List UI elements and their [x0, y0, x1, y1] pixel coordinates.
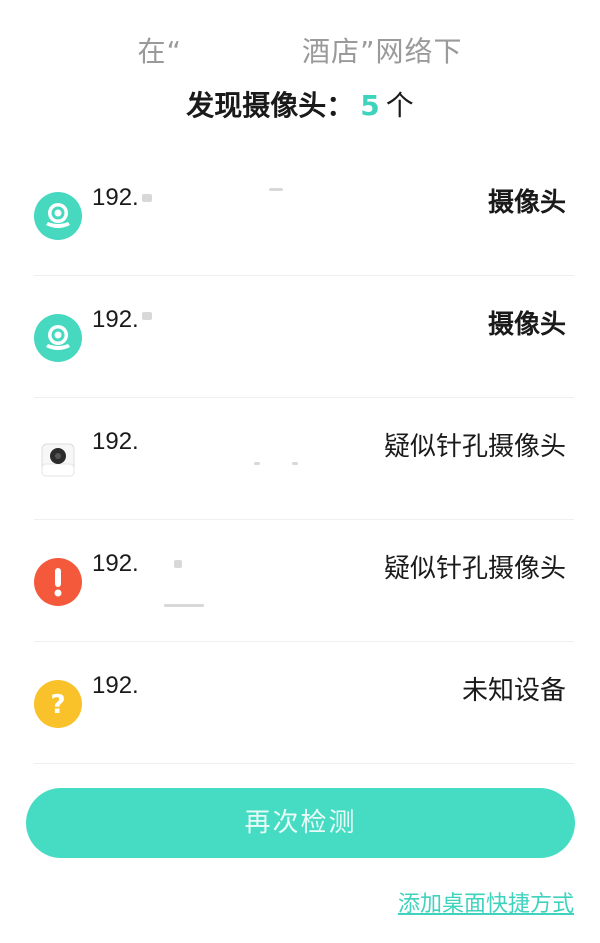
device-ip: 192. — [92, 184, 139, 211]
device-type: 疑似针孔摄像头 — [383, 554, 566, 584]
home-camera-icon — [34, 436, 82, 484]
device-type: 摄像头 — [487, 310, 566, 340]
device-ip: 192. — [92, 306, 139, 333]
question-icon: ? — [34, 680, 82, 728]
redacted-mark — [142, 312, 152, 320]
redacted-mark — [292, 462, 298, 465]
network-line: 在“ 酒店”网络下 — [0, 30, 600, 70]
device-ip: 192. — [92, 550, 139, 577]
device-row[interactable]: 192. 摄像头 — [34, 276, 574, 398]
device-type: 未知设备 — [461, 676, 566, 706]
device-type: 疑似针孔摄像头 — [383, 432, 566, 462]
device-ip: 192. — [92, 672, 139, 699]
warning-icon — [34, 558, 82, 606]
redacted-mark — [269, 188, 283, 191]
camera-app-icon — [34, 192, 82, 240]
device-row[interactable]: 192. 摄像头 — [34, 154, 574, 276]
recheck-button[interactable]: 再次检测 — [26, 788, 575, 858]
camera-app-icon — [34, 314, 82, 362]
device-ip: 192. — [92, 428, 139, 455]
svg-text:?: ? — [50, 690, 65, 720]
redacted-mark — [164, 604, 204, 607]
device-row[interactable]: ? 192. 未知设备 — [34, 642, 574, 764]
found-unit: 个 — [385, 89, 414, 122]
device-list: 192. 摄像头 192. 摄像头 192. 疑似针孔摄像头 192. 疑似针孔… — [34, 154, 574, 764]
device-row[interactable]: 192. 疑似针孔摄像头 — [34, 398, 574, 520]
network-suffix: 酒店”网络下 — [302, 35, 463, 68]
scan-result-page: 在“ 酒店”网络下 发现摄像头： 5 个 192. 摄像头 192. 摄像头 1… — [0, 0, 600, 943]
redacted-mark — [254, 462, 260, 465]
found-label: 发现摄像头： — [186, 89, 355, 122]
network-prefix: 在“ — [137, 35, 182, 68]
device-type: 摄像头 — [487, 188, 566, 218]
device-row[interactable]: 192. 疑似针孔摄像头 — [34, 520, 574, 642]
redacted-mark — [174, 560, 182, 568]
redacted-mark — [142, 194, 152, 202]
add-shortcut-link[interactable]: 添加桌面快捷方式 — [398, 886, 574, 918]
found-count: 5 — [360, 89, 380, 122]
found-count-line: 发现摄像头： 5 个 — [0, 84, 600, 124]
